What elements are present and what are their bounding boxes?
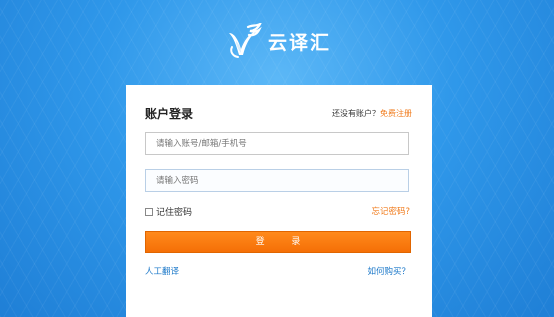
login-card: 账户登录 还没有账户？免费注册 记住密码 忘记密码? 登 录 人工翻译 如何购买… [126, 85, 432, 317]
how-to-buy-link[interactable]: 如何购买？ [367, 265, 410, 277]
login-button[interactable]: 登 录 [145, 231, 411, 253]
forgot-password-link[interactable]: 忘记密码? [371, 205, 410, 217]
brand-logo: 云译汇 [226, 23, 331, 59]
login-title: 账户登录 [145, 107, 194, 121]
username-input[interactable] [145, 132, 409, 155]
register-prompt: 还没有账户？免费注册 [332, 108, 412, 119]
register-link[interactable]: 免费注册 [380, 109, 412, 118]
no-account-text: 还没有账户？ [332, 109, 380, 118]
brand-name: 云译汇 [268, 31, 332, 54]
yunyihui-logo-icon [229, 23, 262, 58]
password-input[interactable] [145, 169, 409, 192]
remember-password[interactable]: 记住密码 [145, 205, 192, 218]
remember-checkbox[interactable] [145, 207, 153, 216]
human-translation-link[interactable]: 人工翻译 [145, 265, 179, 277]
remember-label: 记住密码 [156, 208, 193, 218]
